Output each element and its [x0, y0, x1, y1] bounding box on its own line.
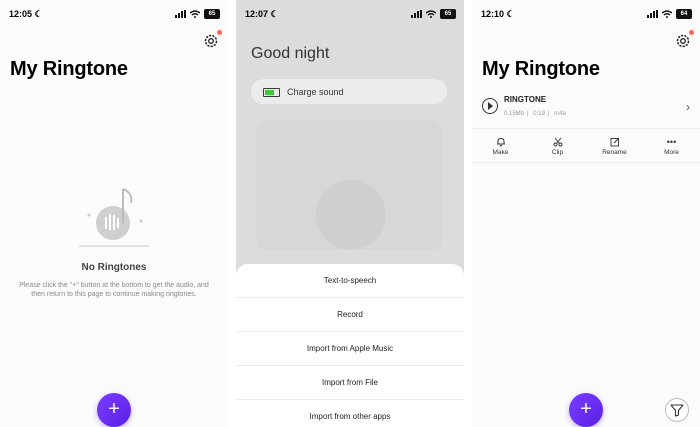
page-title: My Ringtone	[10, 58, 128, 80]
add-button[interactable]: +	[97, 393, 131, 427]
filter-icon	[670, 404, 684, 417]
edit-icon	[610, 137, 619, 147]
battery-charging-icon	[263, 88, 280, 97]
moon-icon: ☾	[34, 9, 43, 19]
empty-music-illustration	[79, 188, 149, 247]
signal-icon	[175, 10, 186, 18]
rename-button[interactable]: Rename	[586, 130, 643, 162]
wifi-icon	[426, 10, 436, 18]
ringtone-row[interactable]: RINGTONE 0.15Mb | 0:19 | m4a ›	[472, 88, 700, 129]
make-button[interactable]: Make	[472, 130, 529, 162]
moon-icon: ☾	[270, 9, 279, 19]
option-import-other-apps[interactable]: Import from other apps	[236, 400, 464, 427]
clip-label: Clip	[551, 149, 564, 156]
option-import-file[interactable]: Import from File	[236, 366, 464, 400]
ringtone-meta: 0.15Mb | 0:19 | m4a	[504, 111, 566, 117]
screen-empty-library: 12:05 ☾ 65 My Ringtone No Ringtones Plea…	[0, 0, 228, 427]
page-title: My Ringtone	[482, 58, 600, 80]
chevron-right-icon[interactable]: ›	[686, 100, 690, 114]
notification-dot	[217, 30, 222, 35]
add-button[interactable]: +	[569, 393, 603, 427]
plus-icon: +	[108, 398, 120, 420]
ringtone-size: 0.15Mb	[504, 111, 525, 117]
greeting-title: Good night	[251, 45, 330, 62]
charge-sound-item[interactable]: Charge sound	[251, 79, 447, 104]
status-time: 12:10 ☾	[481, 9, 515, 19]
status-bar: 12:05 ☾ 65	[0, 8, 228, 22]
ringtone-duration: 0:19	[533, 111, 545, 117]
status-time: 12:05 ☾	[9, 9, 43, 19]
wifi-icon	[190, 10, 200, 18]
gear-icon	[204, 34, 218, 48]
wifi-icon	[662, 10, 672, 18]
battery-icon: 64	[676, 9, 692, 19]
import-action-sheet: Text-to-speech Record Import from Apple …	[236, 264, 464, 427]
scissors-icon	[553, 137, 562, 147]
empty-state-title: No Ringtones	[81, 262, 147, 273]
status-bar: 12:10 ☾ 64	[472, 8, 700, 22]
plus-icon: +	[580, 398, 592, 420]
play-icon[interactable]	[482, 98, 498, 114]
more-icon: •••	[666, 137, 677, 147]
ringtone-actions: Make Clip Rename ••• More	[472, 130, 700, 163]
bell-icon	[496, 137, 505, 147]
screen-import-sheet: 12:07 ☾ 65 Good night Charge sound Text-…	[236, 0, 464, 427]
notification-dot	[689, 30, 694, 35]
clip-button[interactable]: Clip	[529, 130, 586, 162]
battery-icon: 65	[204, 9, 220, 19]
signal-icon	[647, 10, 658, 18]
rename-label: Rename	[602, 149, 627, 156]
empty-state-description: Please click the "+" button at the botto…	[19, 282, 209, 298]
status-bar: 12:07 ☾ 65	[236, 8, 464, 22]
more-button[interactable]: ••• More	[643, 130, 700, 162]
more-label: More	[664, 149, 679, 156]
settings-button[interactable]	[203, 30, 222, 49]
battery-icon: 65	[440, 9, 456, 19]
settings-button[interactable]	[675, 30, 694, 49]
make-label: Make	[492, 149, 509, 156]
option-import-apple-music[interactable]: Import from Apple Music	[236, 332, 464, 366]
option-record[interactable]: Record	[236, 298, 464, 332]
background-circle	[316, 180, 386, 250]
option-text-to-speech[interactable]: Text-to-speech	[236, 264, 464, 298]
status-time: 12:07 ☾	[245, 9, 279, 19]
charge-sound-label: Charge sound	[287, 87, 344, 97]
ringtone-name: RINGTONE	[504, 95, 547, 104]
filter-button[interactable]	[665, 398, 689, 422]
ringtone-format: m4a	[554, 111, 566, 117]
gear-icon	[676, 34, 690, 48]
signal-icon	[411, 10, 422, 18]
moon-icon: ☾	[506, 9, 515, 19]
screen-ringtone-list: 12:10 ☾ 64 My Ringtone RINGTONE 0.15Mb | …	[472, 0, 700, 427]
